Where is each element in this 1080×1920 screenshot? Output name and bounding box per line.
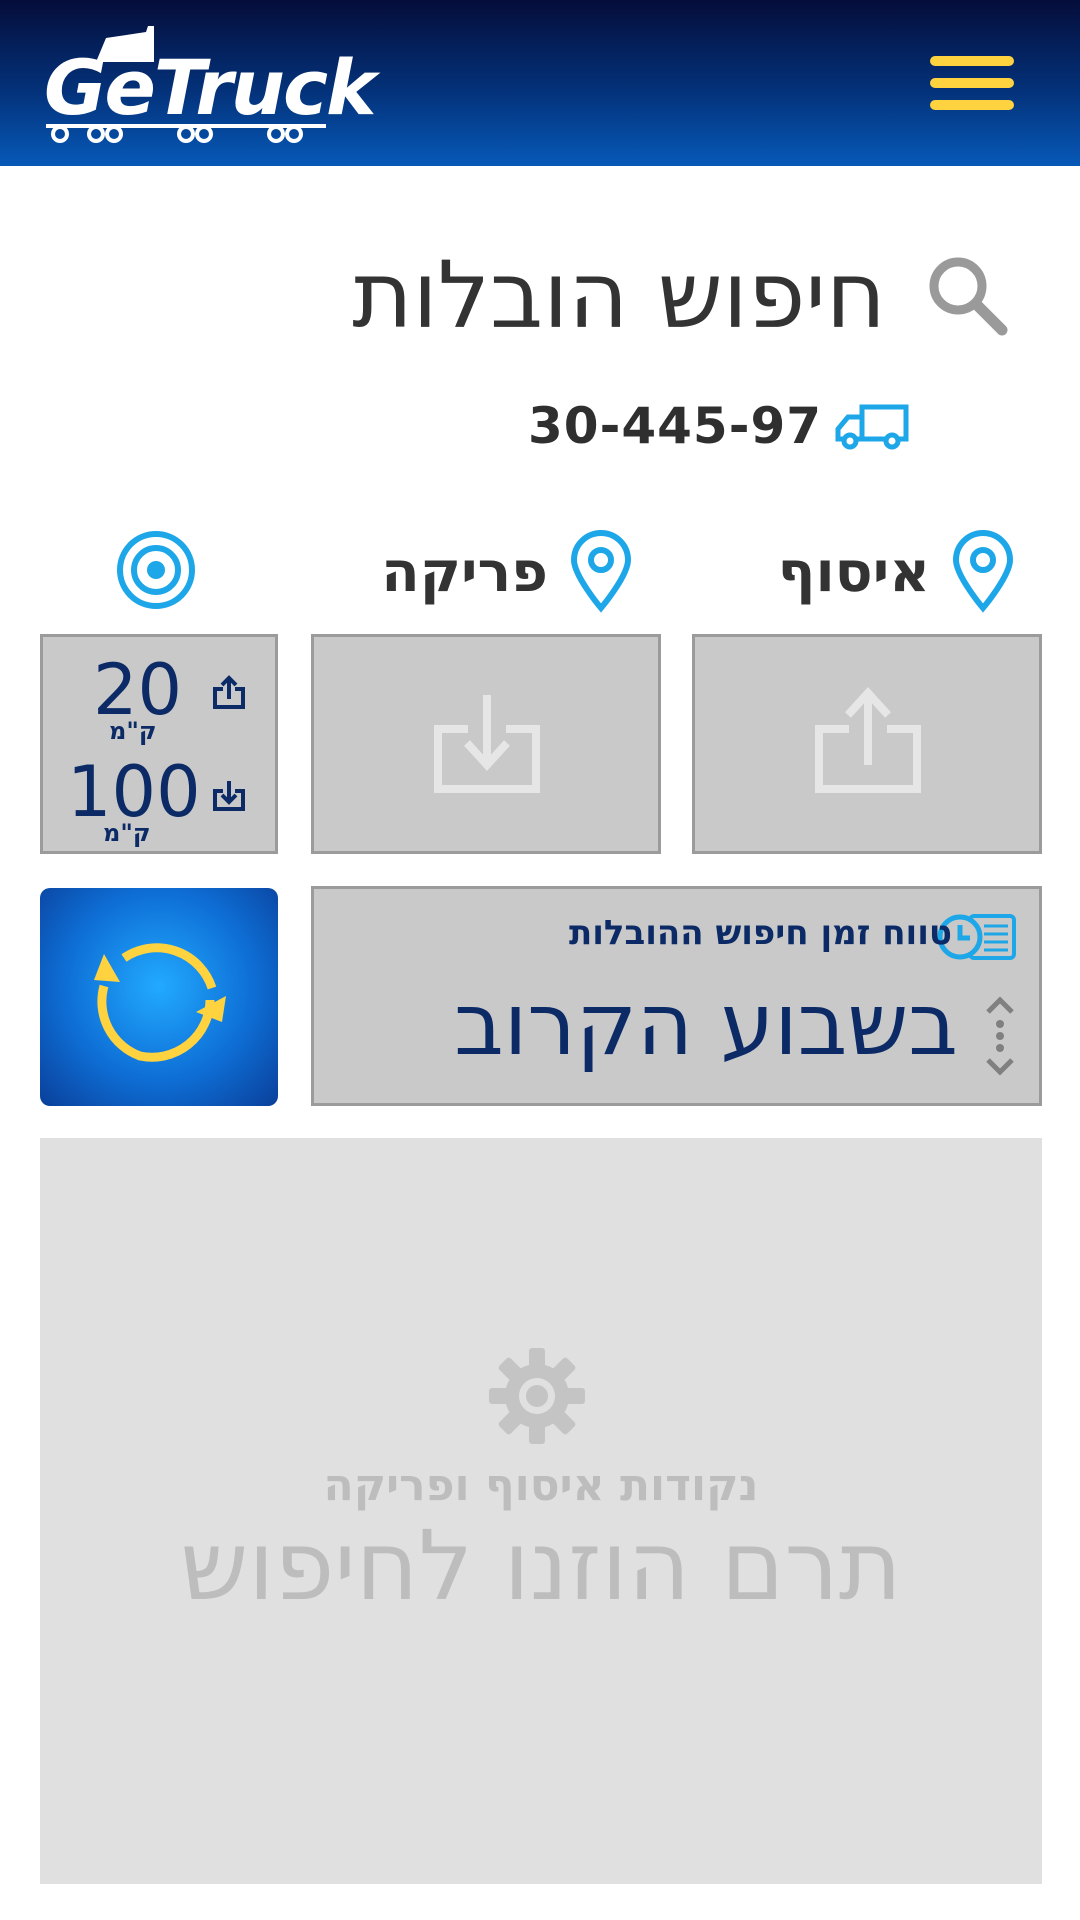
dropoff-radius-unit: ק"מ [103,819,151,847]
refresh-search-button[interactable] [40,888,278,1106]
results-placeholder-panel: נקודות איסוף ופריקה תרם הוזנו לחיפוש [40,1138,1042,1884]
download-icon [434,695,540,793]
pickup-upload-small-icon [213,675,245,709]
search-icon [929,257,1008,336]
search-radius-box[interactable]: 20 ק"מ 100 ק"מ [40,634,278,854]
dropoff-download-small-icon [213,781,245,811]
truck-icon [835,404,909,450]
time-range-label: טווח זמן חיפוש ההובלות [569,913,952,953]
dropoff-label: פריקה [381,539,548,605]
truck-plate-row: 30-445-97 [528,394,910,458]
dropoff-label-row: פריקה [381,530,634,614]
pickup-location-box[interactable] [692,634,1042,854]
dropoff-location-box[interactable] [311,634,661,854]
pickup-label: איסוף [777,539,930,605]
hamburger-menu-button[interactable] [930,56,1014,110]
dropoff-location-pin-icon [570,530,632,613]
select-arrows-icon [986,996,1014,1076]
getruck-logo: GeTruck [36,18,377,148]
page-title-row: חיפוש הובלות [352,240,1010,350]
radius-target-icon [117,531,195,609]
upload-icon [815,687,921,793]
plate-number: 30-445-97 [528,397,823,455]
dropoff-radius-value: 100 [67,751,201,833]
pickup-radius-value: 20 [93,649,183,731]
logo-wordmark: GeTruck [44,43,377,132]
results-hint-title: תרם הוזנו לחיפוש [180,1510,902,1622]
gear-icon [489,1348,585,1444]
pickup-radius-unit: ק"מ [109,717,157,745]
pickup-location-pin-icon [952,530,1014,613]
time-range-value: בשבוע הקרוב [454,975,958,1075]
app-header: GeTruck [0,0,1080,166]
results-hint-subtitle: נקודות איסוף ופריקה [323,1460,759,1511]
pickup-label-row: איסוף [778,530,1016,614]
page-title: חיפוש הובלות [352,241,886,349]
refresh-icon [94,943,226,1062]
